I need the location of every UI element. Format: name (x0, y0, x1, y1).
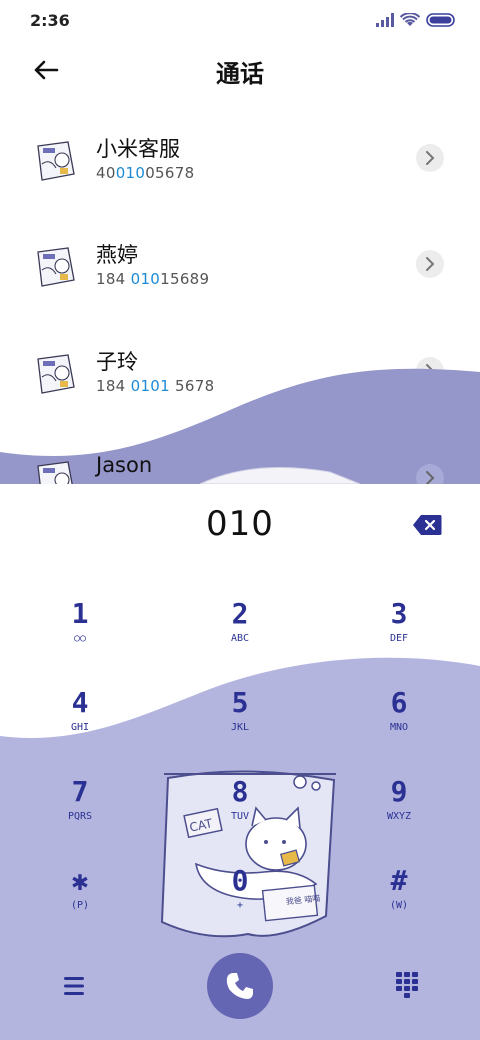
key-9[interactable]: 9 WXYZ (344, 776, 454, 840)
contact-name: 小米客服 (96, 137, 180, 161)
contact-row-xiaomi-service[interactable]: 小米客服 4001005678 (0, 100, 480, 200)
key-4[interactable]: 4 GHI (25, 687, 135, 751)
contact-name: 燕婷 (96, 243, 138, 267)
key-hash[interactable]: # (W) (344, 865, 454, 929)
key-2[interactable]: 2 ABC (185, 598, 295, 662)
contact-detail-button[interactable] (416, 464, 444, 484)
contact-detail-button[interactable] (416, 250, 444, 278)
page-title: 通话 (216, 60, 264, 88)
contact-list: 小米客服 4001005678 燕婷 184 01015689 子玲 184 0… (0, 100, 480, 484)
header: 通话 (0, 44, 480, 96)
dialpad-icon[interactable] (394, 970, 420, 1000)
contact-avatar (37, 354, 75, 394)
key-5[interactable]: 5 JKL (185, 687, 295, 751)
key-8[interactable]: 8 TUV (185, 776, 295, 840)
key-6[interactable]: 6 MNO (344, 687, 454, 751)
contact-row-ziling[interactable]: 子玲 184 0101 5678 (0, 313, 480, 413)
contact-number: 184 01015689 (96, 270, 210, 288)
contact-avatar (37, 247, 75, 287)
status-icons (376, 13, 456, 27)
phone-icon (226, 973, 253, 999)
dial-number-display: 010 (206, 504, 274, 544)
key-7[interactable]: 7 PQRS (25, 776, 135, 840)
chevron-right-icon (426, 471, 435, 484)
key-3[interactable]: 3 DEF (344, 598, 454, 662)
chevron-right-icon (426, 151, 435, 165)
signal-icon (376, 13, 394, 27)
wifi-icon (400, 13, 420, 26)
contact-name: 子玲 (96, 350, 138, 374)
contact-name: Jason (96, 453, 153, 477)
chevron-right-icon (426, 257, 435, 271)
key-1[interactable]: 1 ○○ (25, 598, 135, 662)
menu-icon[interactable] (58, 972, 90, 1000)
contact-avatar (37, 461, 73, 484)
status-time: 2:36 (30, 11, 70, 30)
contact-row-yanting[interactable]: 燕婷 184 01015689 (0, 206, 480, 306)
status-bar: 2:36 (0, 0, 480, 40)
key-0[interactable]: 0 + (185, 865, 295, 929)
contact-number: 184 0101 5678 (96, 377, 215, 395)
contact-avatar (37, 141, 75, 181)
chevron-right-icon (426, 364, 435, 378)
call-button[interactable] (207, 953, 273, 1019)
contact-number: 4001005678 (96, 164, 195, 182)
contact-detail-button[interactable] (416, 144, 444, 172)
contact-detail-button[interactable] (416, 357, 444, 385)
backspace-icon[interactable] (412, 514, 442, 536)
key-star[interactable]: ✱ (P) (25, 865, 135, 929)
dial-pad: 010 CAT 我爸 喵喵 1 ○○ 2 ABC 3 DEF 4 GHI 5 JKL 6M… (0, 484, 480, 1040)
battery-icon (426, 13, 455, 27)
contact-row-jason[interactable]: Jason (0, 420, 480, 484)
